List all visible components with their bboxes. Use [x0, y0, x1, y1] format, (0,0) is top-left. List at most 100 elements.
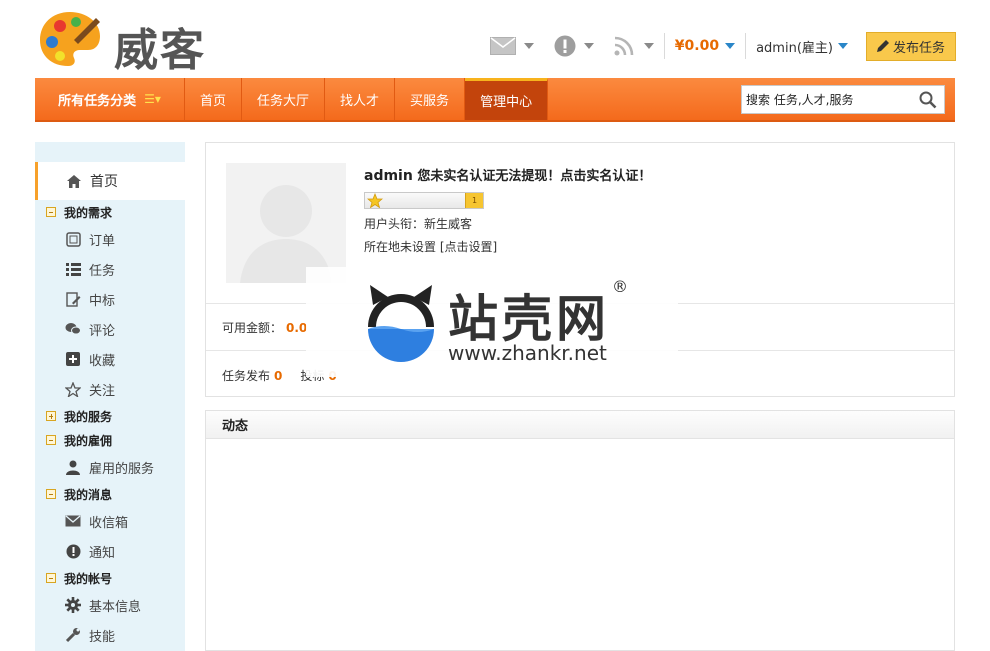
stat-value: 0	[274, 369, 283, 383]
user-headline: admin 您未实名认证无法提现！点击实名认证！	[364, 165, 651, 184]
avatar[interactable]	[226, 163, 346, 283]
sidebar-item-label: 关注	[89, 383, 116, 399]
activity-panel: 动态	[205, 410, 955, 651]
sidebar-item-label: 中标	[89, 293, 116, 309]
list-icon	[65, 261, 81, 277]
sidebar-group-label: 我的服务	[64, 409, 113, 424]
watermark: 站壳网 ® www.zhankr.net	[306, 267, 678, 377]
nav-item-home[interactable]: 首页	[185, 78, 243, 120]
rss-icon	[614, 36, 634, 56]
brand-logo[interactable]: 威客	[38, 8, 238, 76]
chevron-down-icon	[523, 43, 534, 49]
sidebar-item-notices[interactable]: 通知	[35, 536, 185, 566]
sidebar-group-label: 我的雇佣	[64, 433, 113, 448]
nav-item-find-talent[interactable]: 找人才	[325, 78, 396, 120]
credit-rating: 1	[364, 192, 484, 209]
pencil-icon	[876, 40, 889, 52]
default-avatar-icon	[226, 163, 346, 283]
sidebar-item-label: 订单	[89, 233, 116, 249]
collapse-icon	[46, 489, 56, 499]
balance-value: ¥0.00	[674, 38, 720, 54]
nav-item-task-hall[interactable]: 任务大厅	[242, 78, 326, 120]
search-button[interactable]	[914, 87, 942, 113]
nav-item-label: 任务大厅	[257, 93, 310, 109]
chevron-down-icon	[837, 43, 848, 49]
stat-value: 0.0	[286, 321, 308, 335]
chevron-down-icon	[725, 43, 736, 49]
rss-dropdown[interactable]	[604, 30, 664, 62]
user-name: admin(雇主)	[756, 40, 833, 56]
star-icon	[65, 381, 81, 397]
sidebar-item-tasks[interactable]: 任务	[35, 254, 185, 284]
sidebar-item-skills[interactable]: 技能	[35, 620, 185, 650]
user-icon	[65, 459, 81, 475]
top-toolbar: ¥0.00 admin(雇主) 发布任务	[480, 30, 956, 62]
sidebar-item-label: 雇用的服务	[89, 461, 155, 477]
comment-icon	[65, 321, 81, 337]
sidebar-item-label: 收藏	[89, 353, 116, 369]
sidebar-group-my-demands[interactable]: 我的需求	[35, 200, 185, 224]
nav-item-label: 管理中心	[480, 95, 533, 110]
sidebar-item-follows[interactable]: 关注	[35, 374, 185, 404]
verify-warning-link[interactable]: 您未实名认证无法提现！点击实名认证！	[417, 169, 651, 184]
sidebar-group-label: 我的需求	[64, 205, 113, 220]
user-info: admin 您未实名认证无法提现！点击实名认证！ 1 用户头衔：新生威客 所在地…	[364, 165, 651, 255]
sidebar-item-hired-services[interactable]: 雇用的服务	[35, 452, 185, 482]
nav-item-buy-service[interactable]: 买服务	[395, 78, 466, 120]
edit-icon	[65, 291, 81, 307]
sidebar-item-orders[interactable]: 订单	[35, 224, 185, 254]
search-input[interactable]	[742, 86, 914, 113]
user-dropdown[interactable]: admin(雇主)	[746, 30, 858, 62]
brand-name: 威客	[114, 25, 206, 76]
alert-icon	[65, 543, 81, 559]
mail-icon	[65, 513, 81, 529]
sidebar-group-my-account[interactable]: 我的帐号	[35, 566, 185, 590]
nav-item-label: 买服务	[410, 93, 450, 109]
nav-item-admin-center[interactable]: 管理中心	[465, 78, 549, 120]
palette-icon	[40, 12, 100, 66]
gear-icon	[65, 597, 81, 613]
sidebar-item-label: 首页	[90, 174, 118, 190]
sidebar-item-label: 收信箱	[89, 515, 129, 531]
main-nav: 所有任务分类 ☰▾ 首页 任务大厅 找人才 买服务 管理中心	[35, 78, 955, 122]
collapse-icon	[46, 207, 56, 217]
user-title: 用户头衔：新生威客	[364, 217, 473, 231]
cat-logo-icon	[368, 285, 434, 362]
nav-item-label: 首页	[200, 93, 227, 109]
location-text: 所在地未设置	[364, 240, 437, 254]
sidebar-item-home[interactable]: 首页	[35, 162, 185, 200]
level-badge: 1	[465, 193, 483, 208]
sidebar-item-label: 任务	[89, 263, 116, 279]
sidebar-item-favorites[interactable]: 收藏	[35, 344, 185, 374]
balance-dropdown[interactable]: ¥0.00	[665, 30, 745, 62]
sidebar-group-label: 我的消息	[64, 487, 113, 502]
star-icon	[367, 193, 383, 208]
sidebar-group-my-messages[interactable]: 我的消息	[35, 482, 185, 506]
mail-icon	[489, 37, 516, 55]
expand-icon	[46, 411, 56, 421]
nav-item-label: 找人才	[340, 93, 380, 109]
search-box	[741, 85, 945, 114]
notice-dropdown[interactable]	[544, 30, 604, 62]
collapse-icon	[46, 573, 56, 583]
sidebar-item-inbox[interactable]: 收信箱	[35, 506, 185, 536]
collapse-icon	[46, 435, 56, 445]
user-location: 所在地未设置 [点击设置]	[364, 238, 651, 255]
plus-square-icon	[65, 351, 81, 367]
available-balance: 可用金额： 0.0	[222, 319, 307, 336]
sidebar-item-basic-info[interactable]: 基本信息	[35, 590, 185, 620]
sidebar-group-my-hires[interactable]: 我的雇佣	[35, 428, 185, 452]
publish-task-label: 发布任务	[892, 40, 945, 56]
all-categories-menu[interactable]: 所有任务分类 ☰▾	[35, 78, 185, 120]
mail-dropdown[interactable]	[480, 30, 544, 62]
stat-label: 可用金额：	[222, 321, 283, 335]
set-location-link[interactable]: [点击设置]	[440, 240, 497, 254]
sidebar: 首页 我的需求 订单 任务 中标 评论 收藏 关注 我的服务 我的雇佣 雇用的服…	[35, 142, 185, 651]
sidebar-item-label: 基本信息	[89, 599, 142, 615]
publish-task-button[interactable]: 发布任务	[865, 31, 956, 61]
sidebar-item-comments[interactable]: 评论	[35, 314, 185, 344]
sidebar-group-label: 我的帐号	[64, 571, 113, 586]
chevron-down-icon	[583, 43, 594, 49]
sidebar-item-winning-bids[interactable]: 中标	[35, 284, 185, 314]
sidebar-group-my-services[interactable]: 我的服务	[35, 404, 185, 428]
